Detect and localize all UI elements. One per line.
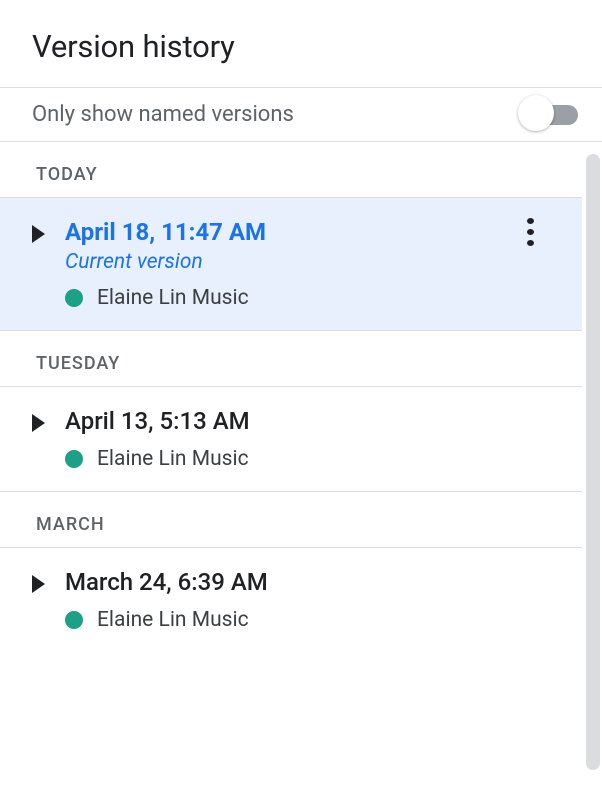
author-name: Elaine Lin Music: [97, 447, 249, 471]
named-versions-filter-row: Only show named versions: [0, 87, 602, 142]
named-versions-filter-label: Only show named versions: [32, 102, 294, 127]
version-entry[interactable]: March 24, 6:39 AM Elaine Lin Music: [0, 547, 582, 652]
expand-icon[interactable]: [32, 225, 45, 243]
author-color-dot: [65, 450, 83, 468]
group-header-march: MARCH: [0, 492, 582, 547]
expand-icon[interactable]: [32, 575, 45, 593]
author-row: Elaine Lin Music: [65, 608, 558, 632]
group-header-today: TODAY: [0, 142, 582, 197]
version-body: March 24, 6:39 AM Elaine Lin Music: [65, 568, 558, 632]
more-menu-icon[interactable]: [516, 218, 544, 246]
author-name: Elaine Lin Music: [97, 608, 249, 632]
version-list-inner: TODAY April 18, 11:47 AM Current version…: [0, 142, 602, 652]
version-title: March 24, 6:39 AM: [65, 568, 558, 596]
version-body: April 13, 5:13 AM Elaine Lin Music: [65, 407, 558, 471]
author-color-dot: [65, 611, 83, 629]
expand-icon[interactable]: [32, 414, 45, 432]
named-versions-toggle[interactable]: [518, 103, 578, 127]
version-title: April 18, 11:47 AM: [65, 218, 558, 246]
author-color-dot: [65, 289, 83, 307]
version-subtitle: Current version: [65, 250, 558, 274]
version-list: TODAY April 18, 11:47 AM Current version…: [0, 142, 602, 782]
version-entry[interactable]: April 13, 5:13 AM Elaine Lin Music: [0, 386, 582, 492]
version-body: April 18, 11:47 AM Current version Elain…: [65, 218, 558, 310]
version-entry[interactable]: April 18, 11:47 AM Current version Elain…: [0, 197, 582, 331]
version-title: April 13, 5:13 AM: [65, 407, 558, 435]
author-row: Elaine Lin Music: [65, 447, 558, 471]
panel-title: Version history: [0, 0, 602, 87]
author-row: Elaine Lin Music: [65, 286, 558, 310]
author-name: Elaine Lin Music: [97, 286, 249, 310]
toggle-thumb: [518, 95, 554, 131]
group-header-tuesday: TUESDAY: [0, 331, 582, 386]
scrollbar[interactable]: [586, 154, 600, 770]
